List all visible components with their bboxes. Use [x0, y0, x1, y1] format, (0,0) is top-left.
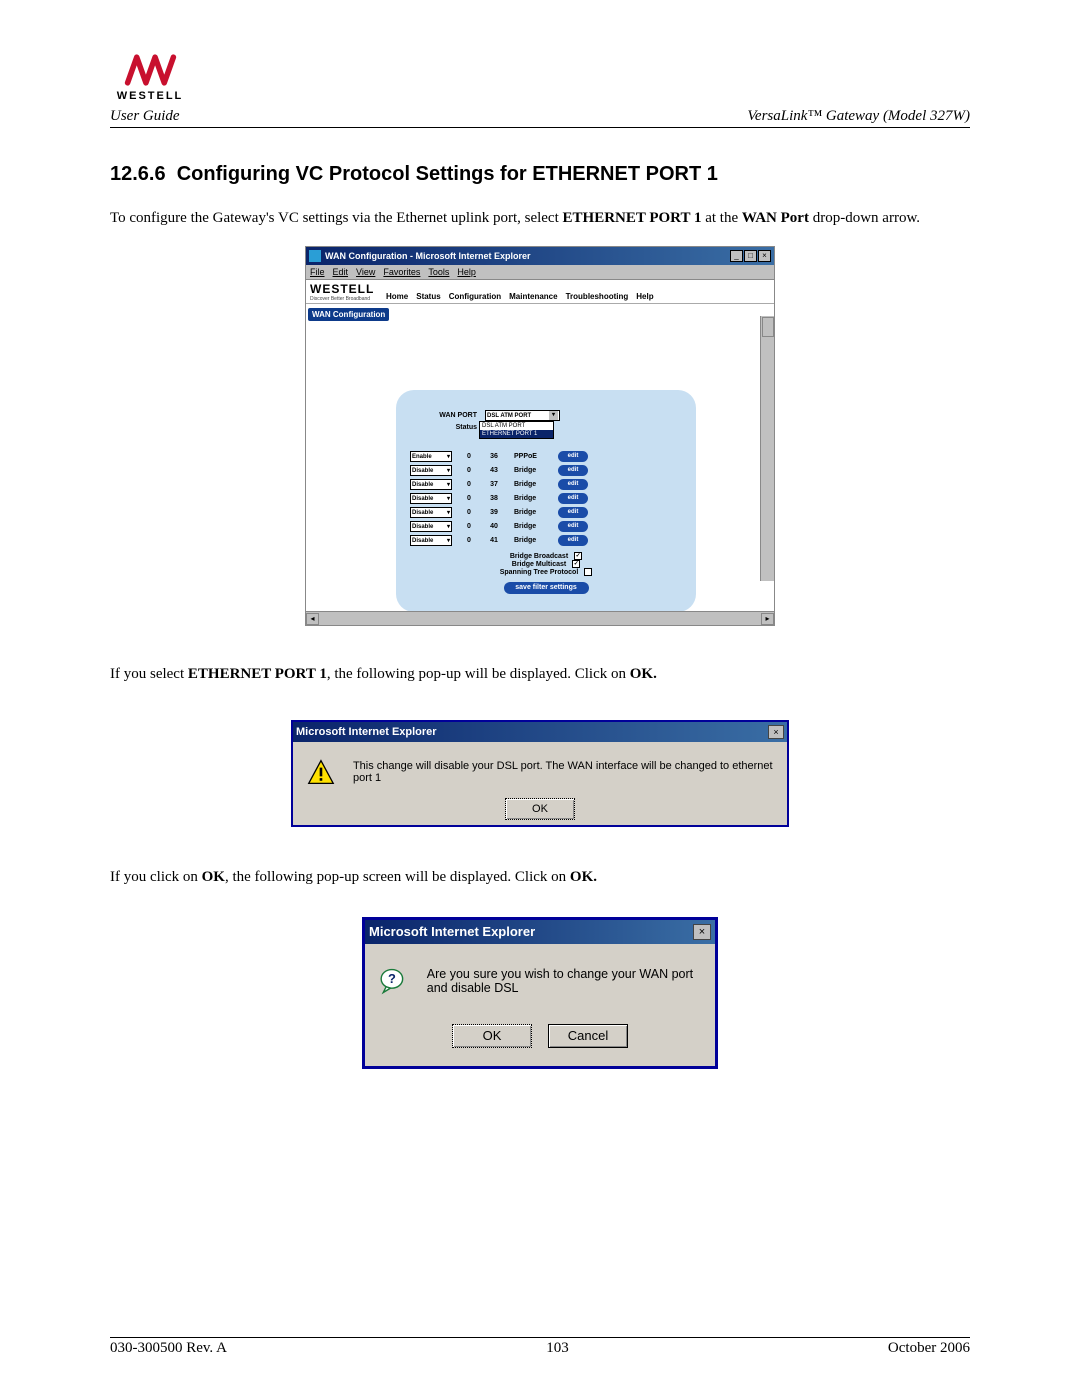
menu-file[interactable]: File	[310, 267, 325, 277]
close-icon[interactable]: ×	[768, 725, 784, 739]
row-select[interactable]: Disable▾	[410, 535, 452, 546]
main-nav: Home Status Configuration Maintenance Tr…	[386, 282, 654, 301]
nav-configuration[interactable]: Configuration	[449, 292, 501, 301]
warning-icon	[307, 758, 335, 786]
vertical-scrollbar[interactable]	[760, 316, 774, 581]
horizontal-scrollbar[interactable]: ◂ ▸	[306, 611, 774, 625]
window-titlebar: WAN Configuration - Microsoft Internet E…	[306, 247, 774, 265]
ie-icon	[309, 250, 321, 262]
dropdown-option-ethernet[interactable]: ETHERNET PORT 1	[480, 430, 553, 438]
bridge-multicast-checkbox[interactable]: ✓	[572, 560, 580, 568]
dialog-message: This change will disable your DSL port. …	[353, 760, 773, 784]
dialog-title: Microsoft Internet Explorer	[296, 726, 437, 738]
bridge-multicast-label: Bridge Multicast	[512, 561, 566, 568]
paragraph-2: If you select ETHERNET PORT 1, the follo…	[110, 664, 970, 684]
row-select[interactable]: Disable▾	[410, 479, 452, 490]
nav-maintenance[interactable]: Maintenance	[509, 292, 557, 301]
edit-button[interactable]: edit	[558, 521, 588, 532]
dialog-titlebar: Microsoft Internet Explorer ×	[365, 920, 715, 944]
nav-troubleshooting[interactable]: Troubleshooting	[566, 292, 629, 301]
edit-button[interactable]: edit	[558, 507, 588, 518]
nav-home[interactable]: Home	[386, 292, 408, 301]
scroll-left-icon[interactable]: ◂	[306, 613, 319, 625]
row-select[interactable]: Disable▾	[410, 465, 452, 476]
bridge-broadcast-label: Bridge Broadcast	[510, 553, 568, 560]
row-select[interactable]: Disable▾	[410, 521, 452, 532]
dialog-titlebar: Microsoft Internet Explorer ×	[293, 722, 787, 742]
menu-favorites[interactable]: Favorites	[383, 267, 420, 277]
edit-button[interactable]: edit	[558, 465, 588, 476]
footer-right: October 2006	[888, 1340, 970, 1357]
maximize-button[interactable]: □	[744, 250, 757, 262]
cancel-button[interactable]: Cancel	[548, 1024, 628, 1048]
ok-button[interactable]: OK	[505, 798, 575, 820]
dialog-message: Are you sure you wish to change your WAN…	[427, 967, 701, 995]
logo-text: WESTELL	[117, 90, 184, 102]
scroll-right-icon[interactable]: ▸	[761, 613, 774, 625]
ok-button[interactable]: OK	[452, 1024, 532, 1048]
warning-dialog: Microsoft Internet Explorer × This chang…	[291, 720, 789, 827]
close-button[interactable]: ×	[758, 250, 771, 262]
wan-port-label: WAN PORT	[410, 412, 485, 419]
spanning-tree-checkbox[interactable]	[584, 568, 592, 576]
edit-button[interactable]: edit	[558, 493, 588, 504]
header-left: User Guide	[110, 108, 180, 125]
paragraph-3: If you click on OK, the following pop-up…	[110, 867, 970, 887]
wan-port-dropdown-list[interactable]: DSL ATM PORT ETHERNET PORT 1	[479, 421, 554, 439]
nav-help[interactable]: Help	[636, 292, 653, 301]
edit-button[interactable]: edit	[558, 479, 588, 490]
svg-text:?: ?	[388, 971, 396, 986]
row-select[interactable]: Enable▾	[410, 451, 452, 462]
close-icon[interactable]: ×	[693, 924, 711, 940]
wan-config-screenshot: WAN Configuration - Microsoft Internet E…	[305, 246, 775, 626]
config-panel: WAN PORT DSL ATM PORT ▾ DSL ATM PORT ETH…	[396, 390, 696, 612]
brand-name: WESTELL	[310, 282, 386, 296]
dropdown-option-dsl[interactable]: DSL ATM PORT	[480, 422, 553, 430]
save-filter-button[interactable]: save filter settings	[504, 582, 589, 594]
brand-tagline: Discover Better Broadband	[310, 296, 386, 302]
menu-help[interactable]: Help	[457, 267, 476, 277]
wan-port-dropdown[interactable]: DSL ATM PORT ▾	[485, 410, 560, 421]
dialog-title: Microsoft Internet Explorer	[369, 924, 535, 939]
chevron-down-icon: ▾	[549, 411, 558, 420]
menubar: File Edit View Favorites Tools Help	[306, 265, 774, 280]
bridge-broadcast-checkbox[interactable]: ✓	[574, 552, 582, 560]
row-select[interactable]: Disable▾	[410, 507, 452, 518]
logo: WESTELL	[110, 50, 190, 102]
nav-status[interactable]: Status	[416, 292, 440, 301]
footer-center: 103	[546, 1340, 569, 1357]
window-title: WAN Configuration - Microsoft Internet E…	[325, 251, 730, 261]
menu-view[interactable]: View	[356, 267, 375, 277]
page-header: User Guide VersaLink™ Gateway (Model 327…	[110, 108, 970, 128]
vc-table: Enable▾036PPPoEedit Disable▾043Bridgeedi…	[410, 451, 682, 546]
intro-paragraph: To configure the Gateway's VC settings v…	[110, 208, 970, 228]
section-title: 12.6.6 Configuring VC Protocol Settings …	[110, 163, 970, 186]
edit-button[interactable]: edit	[558, 451, 588, 462]
row-select[interactable]: Disable▾	[410, 493, 452, 504]
footer-left: 030-300500 Rev. A	[110, 1340, 227, 1357]
page-footer: 030-300500 Rev. A 103 October 2006	[110, 1337, 970, 1357]
minimize-button[interactable]: _	[730, 250, 743, 262]
westell-logo-icon	[123, 50, 178, 90]
sidebar-wan-config[interactable]: WAN Configuration	[308, 308, 389, 321]
header-right: VersaLink™ Gateway (Model 327W)	[747, 108, 970, 125]
spanning-tree-label: Spanning Tree Protocol	[500, 569, 579, 576]
confirm-dialog: Microsoft Internet Explorer × ? Are you …	[362, 917, 718, 1069]
menu-edit[interactable]: Edit	[333, 267, 349, 277]
menu-tools[interactable]: Tools	[428, 267, 449, 277]
question-icon: ?	[379, 964, 405, 998]
brand-header: WESTELL Discover Better Broadband Home S…	[306, 280, 774, 304]
status-label: Status	[410, 424, 485, 431]
edit-button[interactable]: edit	[558, 535, 588, 546]
